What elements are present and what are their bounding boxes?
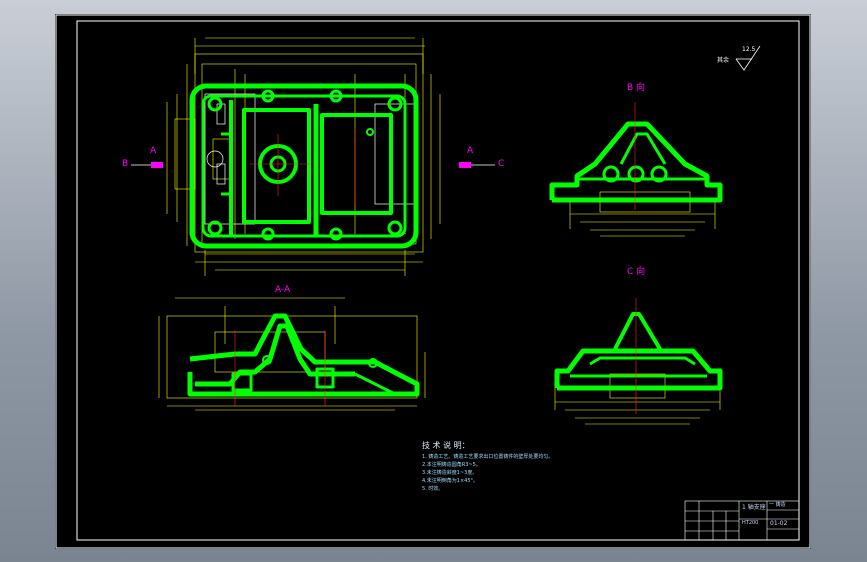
c-view-title: C 向 — [627, 267, 646, 277]
plan-view — [131, 37, 495, 276]
note-item: 4.未注明倒角为1×45°。 — [422, 478, 479, 484]
c-view — [554, 298, 723, 425]
surface-finish-prefix: 其余 — [717, 57, 730, 64]
b-view-title: B 向 — [627, 83, 646, 93]
b-view — [549, 102, 723, 237]
title-block-material: HT200 — [742, 520, 759, 526]
b-view-casting — [549, 121, 723, 203]
section-label-left: B — [122, 159, 129, 169]
plan-casting — [189, 83, 419, 249]
plan-dimensions — [166, 37, 441, 276]
c-view-casting — [554, 312, 723, 391]
section-letter-right: A — [467, 146, 474, 156]
c-view-dimensions — [554, 373, 721, 425]
section-letter-left: A — [150, 146, 157, 156]
drawing-sheet: B A C A A-A B 向 C 向 其余 12.5 技 术 说 明： 1. … — [55, 14, 811, 549]
plan-centerlines — [250, 129, 356, 204]
surface-finish-value: 12.5 — [742, 46, 756, 53]
section-aa-casting — [187, 313, 420, 397]
section-marker-left — [131, 162, 163, 168]
section-label-right: C — [498, 159, 505, 169]
note-item: 3.未注铸造斜度1~3度。 — [422, 470, 478, 476]
section-marker-right — [459, 162, 495, 168]
outer-border — [55, 14, 811, 549]
note-item: 5. 时效。 — [422, 486, 444, 492]
note-item: 1. 铸造工艺。铸造工艺要求出口位置铸件的壁厚处要均匀。 — [422, 454, 554, 460]
notes-title: 技 术 说 明： — [422, 441, 470, 450]
section-aa-view — [158, 297, 426, 411]
title-block-sheet-code: 01-02 — [770, 520, 788, 527]
title-block-top: 一 铸造 — [769, 502, 786, 508]
title-block-part-name: 1 轴支座 — [742, 504, 766, 511]
cad-drawing — [55, 14, 811, 549]
section-view-title: A-A — [275, 285, 291, 295]
note-item: 2.本注明铸造圆角R3~5。 — [422, 462, 481, 468]
